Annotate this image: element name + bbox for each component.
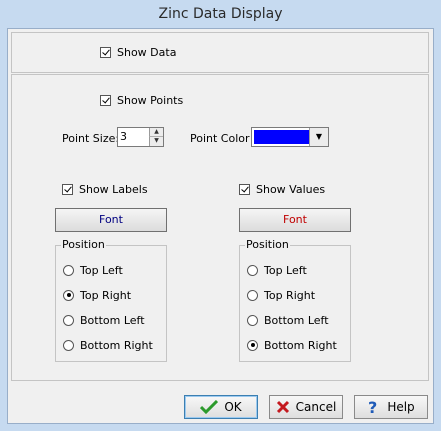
- radio-button-selected[interactable]: [247, 339, 258, 351]
- values-position-title: Position: [245, 238, 290, 251]
- values-position-group: Position Top Left Top Right Bottom Left …: [239, 238, 351, 362]
- labels-radio-bottom-right[interactable]: Bottom Right: [63, 338, 153, 352]
- radio-button[interactable]: [247, 314, 258, 326]
- dropdown-arrow-icon[interactable]: ▼: [309, 128, 328, 146]
- show-values-check-box[interactable]: [239, 183, 250, 195]
- show-values-checkbox[interactable]: Show Values: [239, 182, 325, 196]
- show-data-panel: Show Data: [11, 32, 429, 73]
- help-label: Help: [387, 400, 415, 414]
- show-values-label: Show Values: [256, 182, 326, 196]
- radio-label: Bottom Left: [80, 313, 145, 327]
- radio-label: Top Right: [80, 288, 132, 302]
- question-mark-icon: ?: [368, 399, 377, 415]
- radio-button-selected[interactable]: [63, 289, 74, 301]
- help-button[interactable]: ? Help: [354, 395, 428, 419]
- checkmark-icon: [200, 400, 219, 414]
- values-font-button[interactable]: Font: [239, 208, 351, 232]
- labels-font-button[interactable]: Font: [55, 208, 167, 232]
- point-color-swatch[interactable]: [254, 130, 309, 144]
- labels-radio-top-right[interactable]: Top Right: [63, 288, 131, 302]
- radio-button[interactable]: [63, 264, 74, 276]
- radio-button[interactable]: [63, 314, 74, 326]
- show-points-checkbox[interactable]: Show Points: [100, 93, 183, 107]
- radio-label: Top Left: [80, 263, 123, 277]
- ok-button[interactable]: OK: [184, 395, 258, 419]
- dialog-window: Zinc Data Display Show Data Show Points …: [0, 0, 441, 431]
- show-labels-label: Show Labels: [79, 182, 148, 196]
- show-data-label: Show Data: [117, 45, 177, 59]
- svg-text:?: ?: [368, 399, 377, 415]
- values-radio-bottom-right[interactable]: Bottom Right: [247, 338, 337, 352]
- cancel-label: Cancel: [295, 400, 337, 414]
- labels-position-title: Position: [61, 238, 106, 251]
- point-color-picker[interactable]: ▼: [251, 127, 329, 147]
- show-points-check-box[interactable]: [100, 94, 111, 106]
- labels-radio-top-left[interactable]: Top Left: [63, 263, 123, 277]
- point-size-spinner[interactable]: 3 ▲ ▼: [117, 127, 164, 147]
- cancel-button[interactable]: Cancel: [269, 395, 343, 419]
- spin-up-icon[interactable]: ▲: [149, 128, 163, 137]
- point-size-value[interactable]: 3: [120, 130, 127, 143]
- radio-button[interactable]: [63, 339, 74, 351]
- radio-button[interactable]: [247, 264, 258, 276]
- values-radio-top-left[interactable]: Top Left: [247, 263, 307, 277]
- radio-label: Top Right: [264, 288, 316, 302]
- dialog-client-area: Show Data Show Points Point Size: 3 ▲ ▼ …: [7, 28, 434, 424]
- x-icon: [276, 400, 289, 414]
- values-radio-top-right[interactable]: Top Right: [247, 288, 315, 302]
- values-radio-bottom-left[interactable]: Bottom Left: [247, 313, 329, 327]
- ok-label: OK: [224, 400, 242, 414]
- radio-label: Top Left: [264, 263, 307, 277]
- point-size-label: Point Size:: [62, 132, 120, 145]
- labels-radio-bottom-left[interactable]: Bottom Left: [63, 313, 145, 327]
- radio-label: Bottom Right: [80, 338, 153, 352]
- point-color-label: Point Color: [190, 132, 250, 145]
- show-labels-check-box[interactable]: [62, 183, 73, 195]
- show-data-checkbox[interactable]: Show Data: [100, 45, 176, 59]
- radio-button[interactable]: [247, 289, 258, 301]
- radio-label: Bottom Left: [264, 313, 329, 327]
- labels-position-group: Position Top Left Top Right Bottom Left …: [55, 238, 167, 362]
- show-points-label: Show Points: [117, 93, 184, 107]
- display-options-panel: Show Points Point Size: 3 ▲ ▼ Point Colo…: [11, 74, 429, 381]
- spin-down-icon[interactable]: ▼: [149, 137, 163, 146]
- show-data-check-box[interactable]: [100, 46, 111, 58]
- window-title: Zinc Data Display: [158, 6, 283, 22]
- show-labels-checkbox[interactable]: Show Labels: [62, 182, 148, 196]
- radio-label: Bottom Right: [264, 338, 337, 352]
- window-edge: [434, 28, 441, 424]
